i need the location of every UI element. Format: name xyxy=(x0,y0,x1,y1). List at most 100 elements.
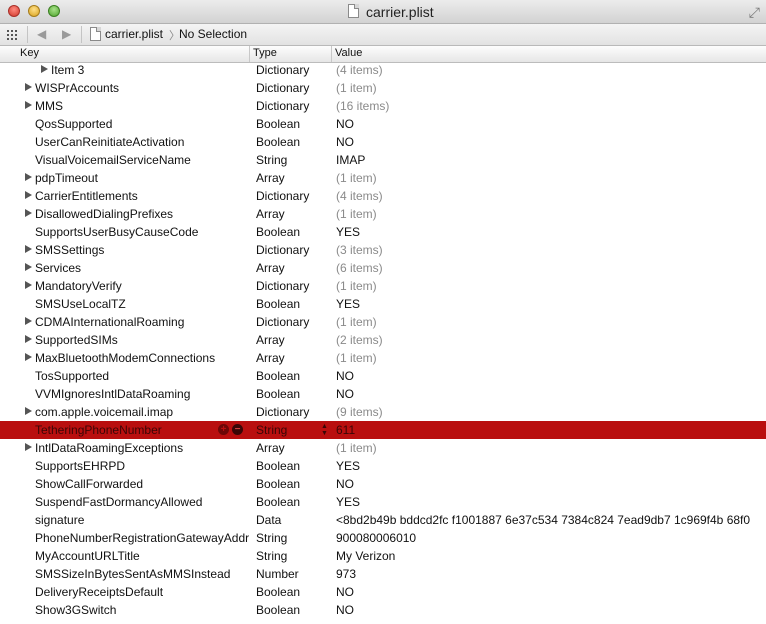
related-items-icon[interactable] xyxy=(7,30,19,40)
column-key[interactable]: Key xyxy=(20,47,39,59)
disclosure-triangle-icon[interactable] xyxy=(25,173,32,181)
table-row[interactable]: SupportsUserBusyCauseCode Boolean YES xyxy=(0,223,766,241)
disclosure-triangle-icon[interactable] xyxy=(25,317,32,325)
row-value[interactable]: (2 items) xyxy=(336,333,383,347)
back-button[interactable]: ◀ xyxy=(37,27,46,41)
table-row[interactable]: SuspendFastDormancyAllowed Boolean YES xyxy=(0,493,766,511)
table-row[interactable]: SMSSettings Dictionary (3 items) xyxy=(0,241,766,259)
minimize-icon[interactable] xyxy=(28,5,40,17)
table-row[interactable]: DeliveryReceiptsDefault Boolean NO xyxy=(0,583,766,601)
table-row[interactable]: SMSUseLocalTZ Boolean YES xyxy=(0,295,766,313)
row-value[interactable]: NO xyxy=(336,603,354,617)
table-row[interactable]: MaxBluetoothModemConnections Array (1 item… xyxy=(0,349,766,367)
remove-row-icon[interactable]: − xyxy=(232,424,243,435)
row-value[interactable]: (1 item) xyxy=(336,207,377,221)
row-value[interactable]: NO xyxy=(336,117,354,131)
row-value[interactable]: (1 item) xyxy=(336,81,377,95)
disclosure-triangle-icon[interactable] xyxy=(25,407,32,415)
disclosure-triangle-icon[interactable] xyxy=(25,263,32,271)
divider xyxy=(81,26,82,43)
table-row[interactable]: IntlDataRoamingExceptions Array (1 item) xyxy=(0,439,766,457)
disclosure-triangle-icon[interactable] xyxy=(25,281,32,289)
disclosure-triangle-icon[interactable] xyxy=(25,245,32,253)
row-value[interactable]: YES xyxy=(336,297,360,311)
table-row[interactable]: VisualVoicemailServiceName String IMAP xyxy=(0,151,766,169)
table-row[interactable]: MMS Dictionary (16 items) xyxy=(0,97,766,115)
row-type: Boolean xyxy=(256,585,301,599)
table-row[interactable]: DisallowedDialingPrefixes Array (1 item) xyxy=(0,205,766,223)
disclosure-triangle-icon[interactable] xyxy=(25,191,32,199)
row-value[interactable]: (4 items) xyxy=(336,63,383,77)
forward-button[interactable]: ▶ xyxy=(62,27,71,41)
row-type: Data xyxy=(256,513,282,527)
row-type: Boolean xyxy=(256,225,301,239)
row-value[interactable]: NO xyxy=(336,135,354,149)
table-row[interactable]: SupportsEHRPD Boolean YES xyxy=(0,457,766,475)
fullscreen-icon[interactable]: ⤢ xyxy=(749,4,760,21)
row-value[interactable]: My Verizon xyxy=(336,549,395,563)
disclosure-triangle-icon[interactable] xyxy=(25,443,32,451)
disclosure-triangle-icon[interactable] xyxy=(25,209,32,217)
row-value[interactable]: NO xyxy=(336,387,354,401)
table-row[interactable]: Services Array (6 items) xyxy=(0,259,766,277)
row-value[interactable]: (1 item) xyxy=(336,171,377,185)
row-value[interactable]: NO xyxy=(336,369,354,383)
column-divider[interactable] xyxy=(331,46,332,62)
row-type[interactable]: String xyxy=(256,423,287,437)
table-row[interactable]: SupportedSIMs Array (2 items) xyxy=(0,331,766,349)
row-value[interactable]: (9 items) xyxy=(336,405,383,419)
table-row[interactable]: UserCanReinitiateActivation Boolean NO xyxy=(0,133,766,151)
disclosure-triangle-icon[interactable] xyxy=(25,83,32,91)
disclosure-triangle-icon[interactable] xyxy=(25,335,32,343)
row-value[interactable]: 900080006010 xyxy=(336,531,416,545)
row-key: pdpTimeout xyxy=(35,171,98,185)
row-value[interactable]: 611 xyxy=(336,423,355,437)
table-row[interactable]: QosSupported Boolean NO xyxy=(0,115,766,133)
row-value[interactable]: (1 item) xyxy=(336,315,377,329)
table-row[interactable]: signature Data <8bd2b49b bddcd2fc f1001887… xyxy=(0,511,766,529)
table-row[interactable]: PhoneNumberRegistrationGatewayAddr String… xyxy=(0,529,766,547)
table-row[interactable]: SMSSizeInBytesSentAsMMSInstead Number 973 xyxy=(0,565,766,583)
column-value[interactable]: Value xyxy=(335,47,362,59)
row-value[interactable]: (1 item) xyxy=(336,441,377,455)
type-popup-arrows-icon[interactable]: ▲ ▼ xyxy=(321,423,328,437)
breadcrumb-file[interactable]: carrier.plist xyxy=(105,27,163,41)
row-value[interactable]: NO xyxy=(336,477,354,491)
row-value[interactable]: (3 items) xyxy=(336,243,383,257)
table-row-selected[interactable]: TetheringPhoneNumber + − ▲ ▼ String 611 xyxy=(0,421,766,439)
column-divider[interactable] xyxy=(249,46,250,62)
table-row[interactable]: MandatoryVerify Dictionary (1 item) xyxy=(0,277,766,295)
row-value[interactable]: YES xyxy=(336,225,360,239)
table-row[interactable]: com.apple.voicemail.imap Dictionary (9 ite… xyxy=(0,403,766,421)
table-row[interactable]: CDMAInternationalRoaming Dictionary (1 ite… xyxy=(0,313,766,331)
row-value[interactable]: YES xyxy=(336,459,360,473)
table-row[interactable]: VVMIgnoresIntlDataRoaming Boolean NO xyxy=(0,385,766,403)
row-value[interactable]: 973 xyxy=(336,567,356,581)
table-row[interactable]: Item 3 Dictionary (4 items) xyxy=(0,61,766,79)
disclosure-triangle-icon[interactable] xyxy=(41,65,48,73)
row-value[interactable]: (1 item) xyxy=(336,279,377,293)
add-row-icon[interactable]: + xyxy=(218,424,229,435)
row-value[interactable]: (1 item) xyxy=(336,351,377,365)
row-value[interactable]: <8bd2b49b bddcd2fc f1001887 6e37c534 738… xyxy=(336,513,750,527)
disclosure-triangle-icon[interactable] xyxy=(25,101,32,109)
close-icon[interactable] xyxy=(8,5,20,17)
row-value[interactable]: NO xyxy=(336,585,354,599)
row-value[interactable]: (4 items) xyxy=(336,189,383,203)
document-icon[interactable] xyxy=(348,4,359,18)
table-row[interactable]: pdpTimeout Array (1 item) xyxy=(0,169,766,187)
row-value[interactable]: (16 items) xyxy=(336,99,389,113)
table-row[interactable]: CarrierEntitlements Dictionary (4 items) xyxy=(0,187,766,205)
table-row[interactable]: TosSupported Boolean NO xyxy=(0,367,766,385)
table-row[interactable]: Show3GSwitch Boolean NO xyxy=(0,601,766,619)
table-row[interactable]: MyAccountURLTitle String My Verizon xyxy=(0,547,766,565)
zoom-icon[interactable] xyxy=(48,5,60,17)
disclosure-triangle-icon[interactable] xyxy=(25,353,32,361)
column-type[interactable]: Type xyxy=(253,47,277,59)
table-row[interactable]: WISPrAccounts Dictionary (1 item) xyxy=(0,79,766,97)
row-value[interactable]: YES xyxy=(336,495,360,509)
breadcrumb-selection[interactable]: No Selection xyxy=(179,27,247,41)
table-row[interactable]: ShowCallForwarded Boolean NO xyxy=(0,475,766,493)
row-value[interactable]: (6 items) xyxy=(336,261,383,275)
row-value[interactable]: IMAP xyxy=(336,153,365,167)
